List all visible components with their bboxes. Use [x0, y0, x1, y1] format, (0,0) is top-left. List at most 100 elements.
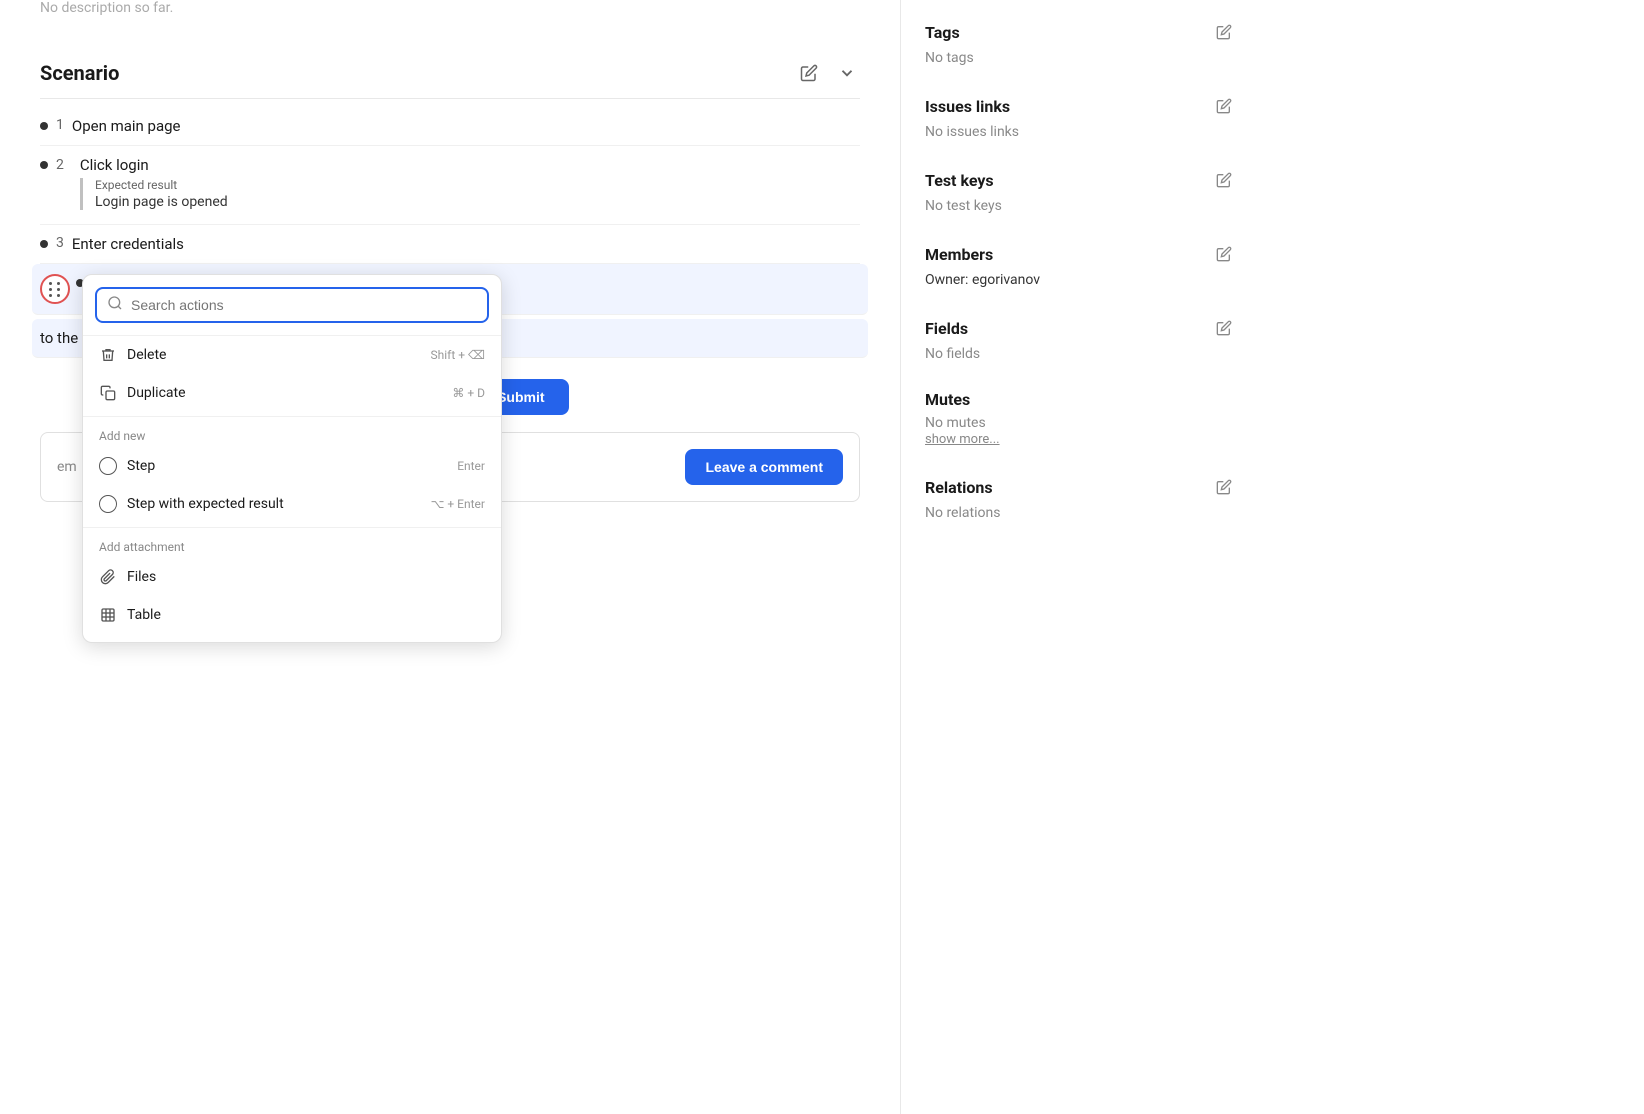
step-bullet [40, 122, 48, 130]
step-result-circle-icon [99, 495, 117, 513]
step-number: 2 [56, 157, 64, 173]
table-label: Table [127, 607, 161, 623]
search-actions-input[interactable] [131, 297, 477, 313]
sidebar-tags-header: Tags [925, 20, 1236, 44]
step-list: 1 Open main page 2 Click login Expected … [40, 107, 860, 358]
mutes-values: No mutes show more... [925, 415, 1236, 447]
fields-pencil-icon [1216, 320, 1232, 336]
sidebar-testkeys-header: Test keys [925, 168, 1236, 192]
search-icon [107, 295, 123, 315]
step-item-3: 3 Enter credentials [40, 225, 860, 264]
fields-edit-button[interactable] [1212, 316, 1236, 340]
scenario-collapse-button[interactable] [834, 60, 860, 86]
step-bullet [40, 161, 48, 169]
table-menu-item[interactable]: Table [83, 596, 501, 634]
delete-item-left: Delete [99, 346, 166, 364]
sidebar-fields-header: Fields [925, 316, 1236, 340]
step-bullet [40, 240, 48, 248]
fields-value: No fields [925, 346, 980, 362]
step-handle-button[interactable] [40, 274, 70, 304]
files-menu-item[interactable]: Files [83, 558, 501, 596]
sidebar-relations-section: Relations No relations [925, 475, 1236, 521]
duplicate-menu-item[interactable]: Duplicate ⌘ + D [83, 374, 501, 412]
sidebar-members-section: Members Owner: egorivanov [925, 242, 1236, 288]
delete-shortcut: Shift + ⌫ [431, 348, 485, 362]
sidebar-relations-title: Relations [925, 478, 993, 497]
no-description-text: No description so far. [40, 0, 860, 28]
dots-grid [49, 282, 62, 297]
dot [49, 282, 52, 285]
sidebar-members-title: Members [925, 245, 993, 264]
step-text: Click login [80, 156, 149, 174]
testkeys-edit-button[interactable] [1212, 168, 1236, 192]
sidebar-members-header: Members [925, 242, 1236, 266]
step-with-result-label: Step with expected result [127, 496, 284, 512]
context-menu: Delete Shift + ⌫ [82, 274, 502, 643]
step-item-2: 2 Click login Expected result Login page… [40, 146, 860, 225]
scenario-header-icons [796, 60, 860, 86]
members-edit-button[interactable] [1212, 242, 1236, 266]
step-with-result-menu-item[interactable]: Step with expected result ⌥ + Enter [83, 485, 501, 523]
show-more-link[interactable]: show more... [925, 432, 1000, 447]
scenario-section: Scenario [40, 48, 860, 502]
menu-divider-2 [83, 527, 501, 528]
step-text: Open main page [72, 117, 181, 135]
members-pencil-icon [1216, 246, 1232, 262]
expected-result-text: Login page is opened [95, 194, 228, 210]
files-label: Files [127, 569, 156, 585]
step-item-4: Drag to move Click to open menu [32, 264, 868, 315]
dot [57, 288, 60, 291]
step-number: 1 [56, 117, 64, 133]
delete-menu-item[interactable]: Delete Shift + ⌫ [83, 336, 501, 374]
sidebar-fields-title: Fields [925, 319, 968, 338]
step-shortcut: Enter [457, 459, 485, 473]
tags-value: No tags [925, 50, 974, 66]
main-content: No description so far. Scenario [0, 0, 900, 1114]
expected-result-label: Expected result [95, 178, 228, 192]
trash-icon [99, 346, 117, 364]
sidebar-issues-section: Issues links No issues links [925, 94, 1236, 140]
dot [57, 294, 60, 297]
table-item-left: Table [99, 606, 161, 624]
duplicate-shortcut: ⌘ + D [452, 386, 485, 400]
duplicate-item-left: Duplicate [99, 384, 186, 402]
expected-result-block: Expected result Login page is opened [80, 178, 228, 210]
sidebar-relations-header: Relations [925, 475, 1236, 499]
step-label: Step [127, 458, 155, 474]
issues-pencil-icon [1216, 98, 1232, 114]
mutes-value: No mutes [925, 415, 1236, 431]
scenario-edit-button[interactable] [796, 60, 822, 86]
relations-edit-button[interactable] [1212, 475, 1236, 499]
issues-value: No issues links [925, 124, 1019, 140]
dot [49, 288, 52, 291]
circle-icon-result [99, 495, 117, 513]
sidebar-mutes-header: Mutes [925, 390, 1236, 409]
leave-comment-button[interactable]: Leave a comment [685, 449, 843, 485]
duplicate-label: Duplicate [127, 385, 186, 401]
step-item-1: 1 Open main page [40, 107, 860, 146]
issues-edit-button[interactable] [1212, 94, 1236, 118]
members-value: Owner: egorivanov [925, 272, 1236, 288]
step-circle-icon [99, 457, 117, 475]
step-with-result-shortcut: ⌥ + Enter [431, 497, 485, 511]
sidebar-fields-section: Fields No fields [925, 316, 1236, 362]
sidebar-testkeys-section: Test keys No test keys [925, 168, 1236, 214]
sidebar-issues-header: Issues links [925, 94, 1236, 118]
dot [49, 294, 52, 297]
scenario-title: Scenario [40, 61, 119, 85]
comment-placeholder-text: em [57, 459, 77, 475]
table-icon [99, 606, 117, 624]
chevron-down-icon [838, 64, 856, 82]
search-box [83, 275, 501, 336]
duplicate-icon [99, 384, 117, 402]
testkeys-value: No test keys [925, 198, 1002, 214]
submit-label: Submit [497, 389, 544, 405]
scenario-header: Scenario [40, 48, 860, 99]
circle-icon [99, 457, 117, 475]
dot [57, 282, 60, 285]
testkeys-pencil-icon [1216, 172, 1232, 188]
tags-edit-button[interactable] [1212, 20, 1236, 44]
step-text: Enter credentials [72, 235, 184, 253]
sidebar-tags-title: Tags [925, 23, 960, 42]
step-menu-item[interactable]: Step Enter [83, 447, 501, 485]
